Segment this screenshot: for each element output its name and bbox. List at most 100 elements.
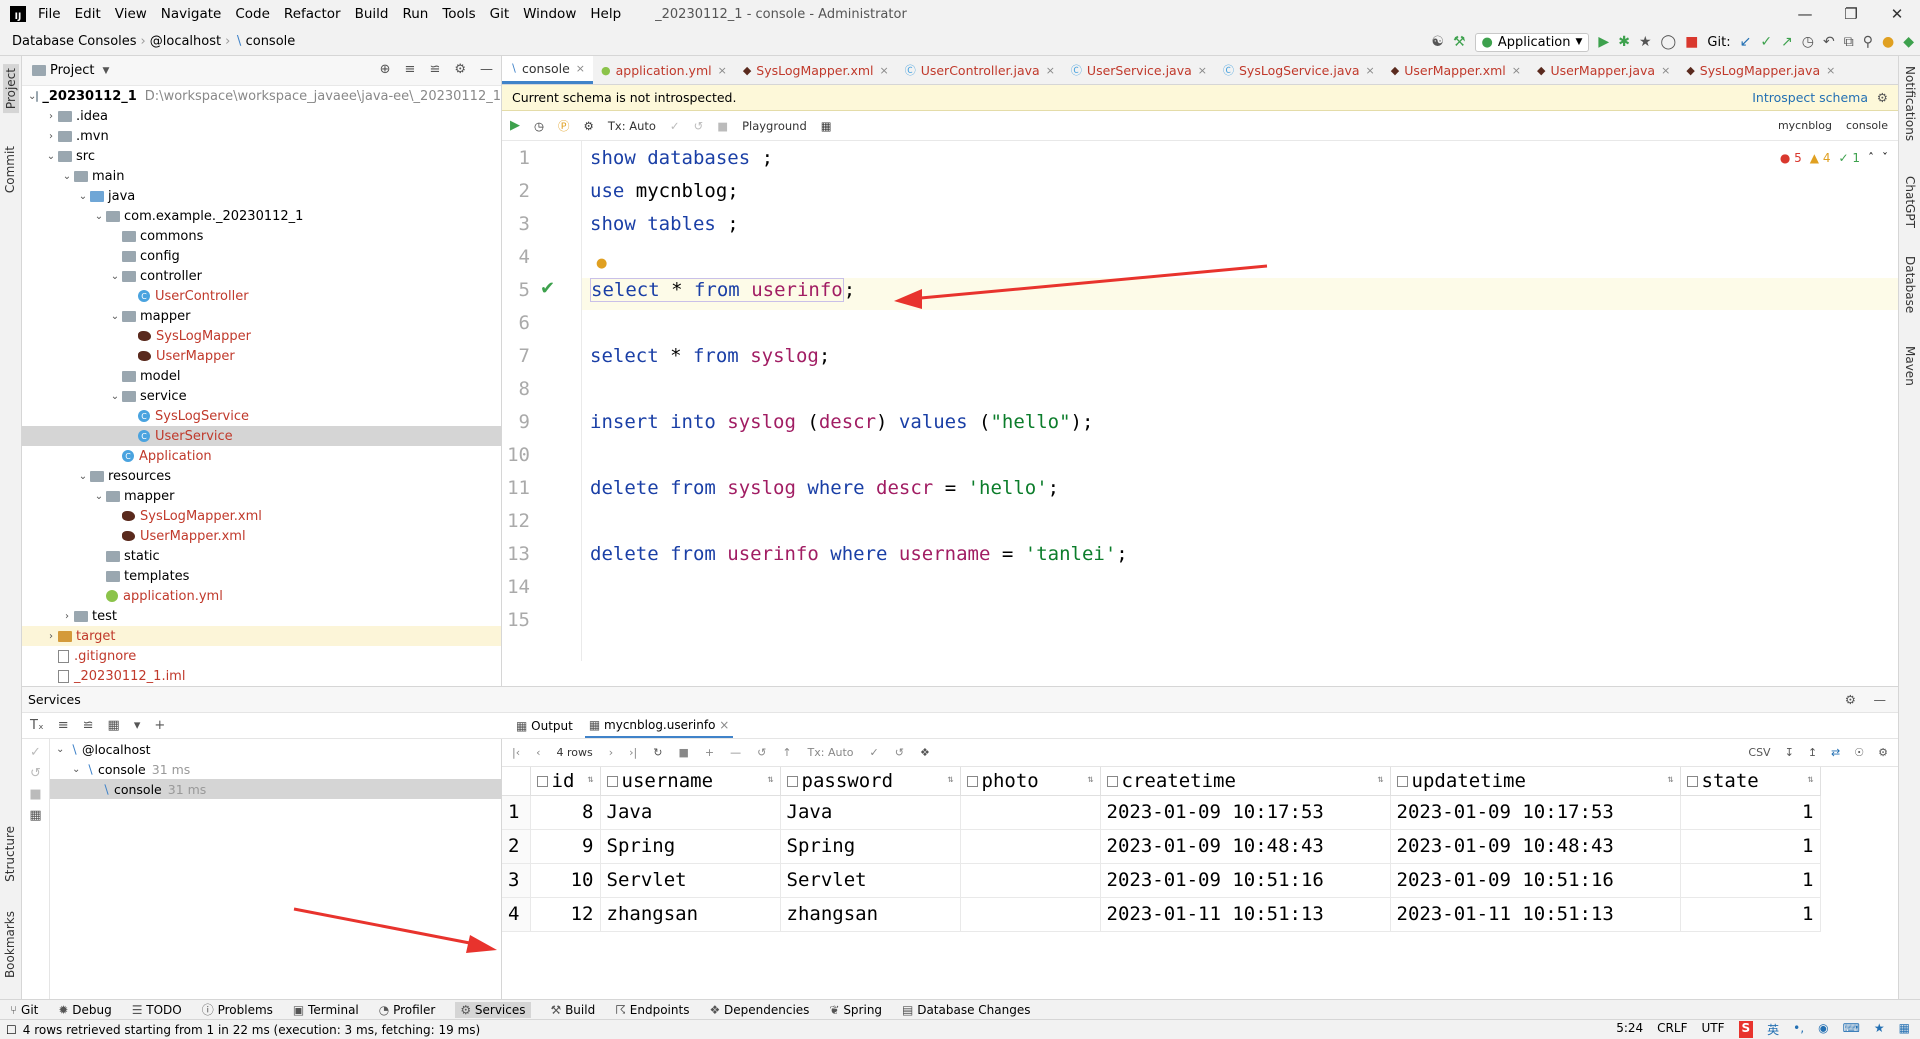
- caret-position[interactable]: 5:24: [1616, 1021, 1643, 1038]
- last-page-icon[interactable]: ›|: [629, 746, 637, 759]
- history-icon[interactable]: ◷: [534, 119, 544, 133]
- chevron-right-icon[interactable]: ›: [44, 131, 58, 142]
- table-icon[interactable]: ▦: [821, 119, 832, 133]
- gear-icon[interactable]: ⚙: [1845, 692, 1856, 707]
- services-tree-item[interactable]: ⌄ ∖ console 31 ms: [50, 759, 501, 779]
- playground-select[interactable]: Playground: [742, 119, 807, 133]
- tool-debug[interactable]: ✹ Debug: [58, 1003, 111, 1017]
- ime-language[interactable]: 英: [1767, 1021, 1779, 1038]
- sql-editor[interactable]: 1 2 3 4 5 6 7 8 9 10 11 12 13 14 15 ✔ ● …: [502, 141, 1898, 661]
- tx-icon[interactable]: Tₓ: [30, 718, 44, 733]
- editor-tab[interactable]: ◆ UserMapper.java ×: [1529, 56, 1678, 84]
- cell-state[interactable]: 1: [1680, 897, 1821, 932]
- close-icon[interactable]: ×: [1198, 64, 1207, 77]
- menu-refactor[interactable]: Refactor: [284, 6, 341, 22]
- minimize-icon[interactable]: —: [1782, 0, 1828, 28]
- stop-icon[interactable]: ■: [717, 119, 728, 133]
- close-icon[interactable]: ×: [576, 62, 585, 75]
- column-header-id[interactable]: id ⇅: [530, 767, 601, 796]
- tool-dependencies[interactable]: ❖ Dependencies: [709, 1003, 809, 1017]
- project-tree-item[interactable]: UserMapper.xml: [22, 526, 501, 546]
- sort-icon[interactable]: ⇅: [947, 774, 953, 785]
- tab-result-userinfo[interactable]: ▦ mycnblog.userinfo ×: [584, 714, 734, 738]
- stop-icon[interactable]: ■: [22, 787, 49, 802]
- commit-icon[interactable]: ✓: [670, 119, 680, 133]
- reload-icon[interactable]: ↻: [653, 746, 662, 759]
- column-header-photo[interactable]: photo ⇅: [960, 767, 1101, 796]
- tool-build[interactable]: ⚒ Build: [551, 1003, 596, 1017]
- cell-username[interactable]: Servlet: [600, 863, 781, 898]
- settings-wrench-icon[interactable]: ⚙: [584, 119, 594, 133]
- menu-code[interactable]: Code: [235, 6, 270, 22]
- tool-window-structure[interactable]: Structure: [3, 826, 17, 882]
- cell-state[interactable]: 1: [1680, 795, 1821, 830]
- menu-navigate[interactable]: Navigate: [161, 6, 222, 22]
- project-tree-item[interactable]: application.yml: [22, 586, 501, 606]
- close-icon[interactable]: ×: [719, 718, 729, 732]
- cell-updatetime[interactable]: 2023-01-09 10:48:43: [1390, 829, 1681, 864]
- chevron-right-icon[interactable]: ›: [44, 111, 58, 122]
- cell-password[interactable]: Java: [780, 795, 961, 830]
- project-tree-item[interactable]: ⌄ _20230112_1 D:\workspace\workspace_javae…: [22, 86, 501, 106]
- chevron-down-icon[interactable]: ⌄: [108, 391, 122, 402]
- editor-tab[interactable]: ◆ SysLogMapper.java ×: [1678, 56, 1843, 84]
- expand-all-icon[interactable]: ≡: [58, 718, 69, 733]
- cell-password[interactable]: Spring: [780, 829, 961, 864]
- tool-terminal[interactable]: ▣ Terminal: [293, 1003, 359, 1017]
- cell-photo[interactable]: [960, 829, 1101, 864]
- tool-services[interactable]: ⚙ Services: [455, 1001, 531, 1018]
- column-header-updatetime[interactable]: updatetime ⇅: [1390, 767, 1681, 796]
- table-row[interactable]: 2 9 Spring Spring 2023-01-09 10:48:43 2023-01…: [502, 829, 1821, 864]
- project-tree-item[interactable]: › test: [22, 606, 501, 626]
- add-row-icon[interactable]: +: [705, 746, 714, 759]
- tool-window-notifications[interactable]: Notifications: [1903, 66, 1917, 141]
- cell-id[interactable]: 12: [530, 897, 601, 932]
- file-encoding[interactable]: UTF: [1701, 1021, 1724, 1038]
- project-tree-item[interactable]: static: [22, 546, 501, 566]
- project-tree-item[interactable]: › target: [22, 626, 501, 646]
- tool-todo[interactable]: ☰ TODO: [132, 1003, 182, 1017]
- chevron-down-icon[interactable]: ˇ: [1882, 151, 1888, 165]
- upload-icon[interactable]: ↥: [1808, 746, 1817, 759]
- menu-edit[interactable]: Edit: [75, 6, 101, 22]
- cell-updatetime[interactable]: 2023-01-09 10:17:53: [1390, 795, 1681, 830]
- project-tree-item[interactable]: C UserService: [22, 426, 501, 446]
- tab-output[interactable]: ▦ Output: [516, 719, 573, 733]
- execute-icon[interactable]: ▶: [510, 118, 520, 133]
- close-icon[interactable]: ×: [1512, 64, 1521, 77]
- chevron-down-icon[interactable]: ⌄: [76, 191, 90, 202]
- microphone-icon[interactable]: ◉: [1818, 1021, 1828, 1038]
- project-panel-title[interactable]: Project: [50, 63, 94, 78]
- cell-createtime[interactable]: 2023-01-09 10:51:16: [1100, 863, 1391, 898]
- editor-tab[interactable]: ◆ SysLogMapper.xml ×: [735, 56, 897, 84]
- hide-icon[interactable]: —: [480, 62, 493, 77]
- project-tree-item[interactable]: C Application: [22, 446, 501, 466]
- locate-icon[interactable]: ⊕: [380, 62, 391, 77]
- chevron-down-icon[interactable]: ⌄: [108, 311, 122, 322]
- submit-icon[interactable]: ↑: [782, 746, 791, 759]
- menu-build[interactable]: Build: [355, 6, 389, 22]
- revert-icon[interactable]: ↺: [757, 746, 766, 759]
- project-tree-item[interactable]: ⌄ com.example._20230112_1: [22, 206, 501, 226]
- cell-createtime[interactable]: 2023-01-11 10:51:13: [1100, 897, 1391, 932]
- ime-punctuation-icon[interactable]: •‚: [1793, 1021, 1804, 1038]
- project-tree-item[interactable]: ⌄ mapper: [22, 306, 501, 326]
- cell-photo[interactable]: [960, 897, 1101, 932]
- chevron-right-icon[interactable]: ›: [60, 611, 74, 622]
- history-icon[interactable]: ◷: [1802, 34, 1814, 50]
- project-tree-item[interactable]: › .mvn: [22, 126, 501, 146]
- chevron-down-icon[interactable]: ⌄: [56, 744, 70, 755]
- chevron-down-icon[interactable]: ⌄: [72, 764, 86, 775]
- prev-page-icon[interactable]: ‹: [536, 746, 540, 759]
- project-tree-item[interactable]: ⌄ src: [22, 146, 501, 166]
- services-tree-item[interactable]: ⌄ ∖ @localhost: [50, 739, 501, 759]
- project-tree-item[interactable]: ⌄ controller: [22, 266, 501, 286]
- project-tree-item[interactable]: C UserController: [22, 286, 501, 306]
- first-page-icon[interactable]: |‹: [512, 746, 520, 759]
- menu-view[interactable]: View: [115, 6, 147, 22]
- schema-select[interactable]: mycnblog: [1778, 119, 1832, 132]
- chevron-down-icon[interactable]: ⌄: [108, 271, 122, 282]
- expand-all-icon[interactable]: ≡: [405, 62, 416, 77]
- cell-password[interactable]: zhangsan: [780, 897, 961, 932]
- chevron-down-icon[interactable]: ⌄: [28, 91, 36, 102]
